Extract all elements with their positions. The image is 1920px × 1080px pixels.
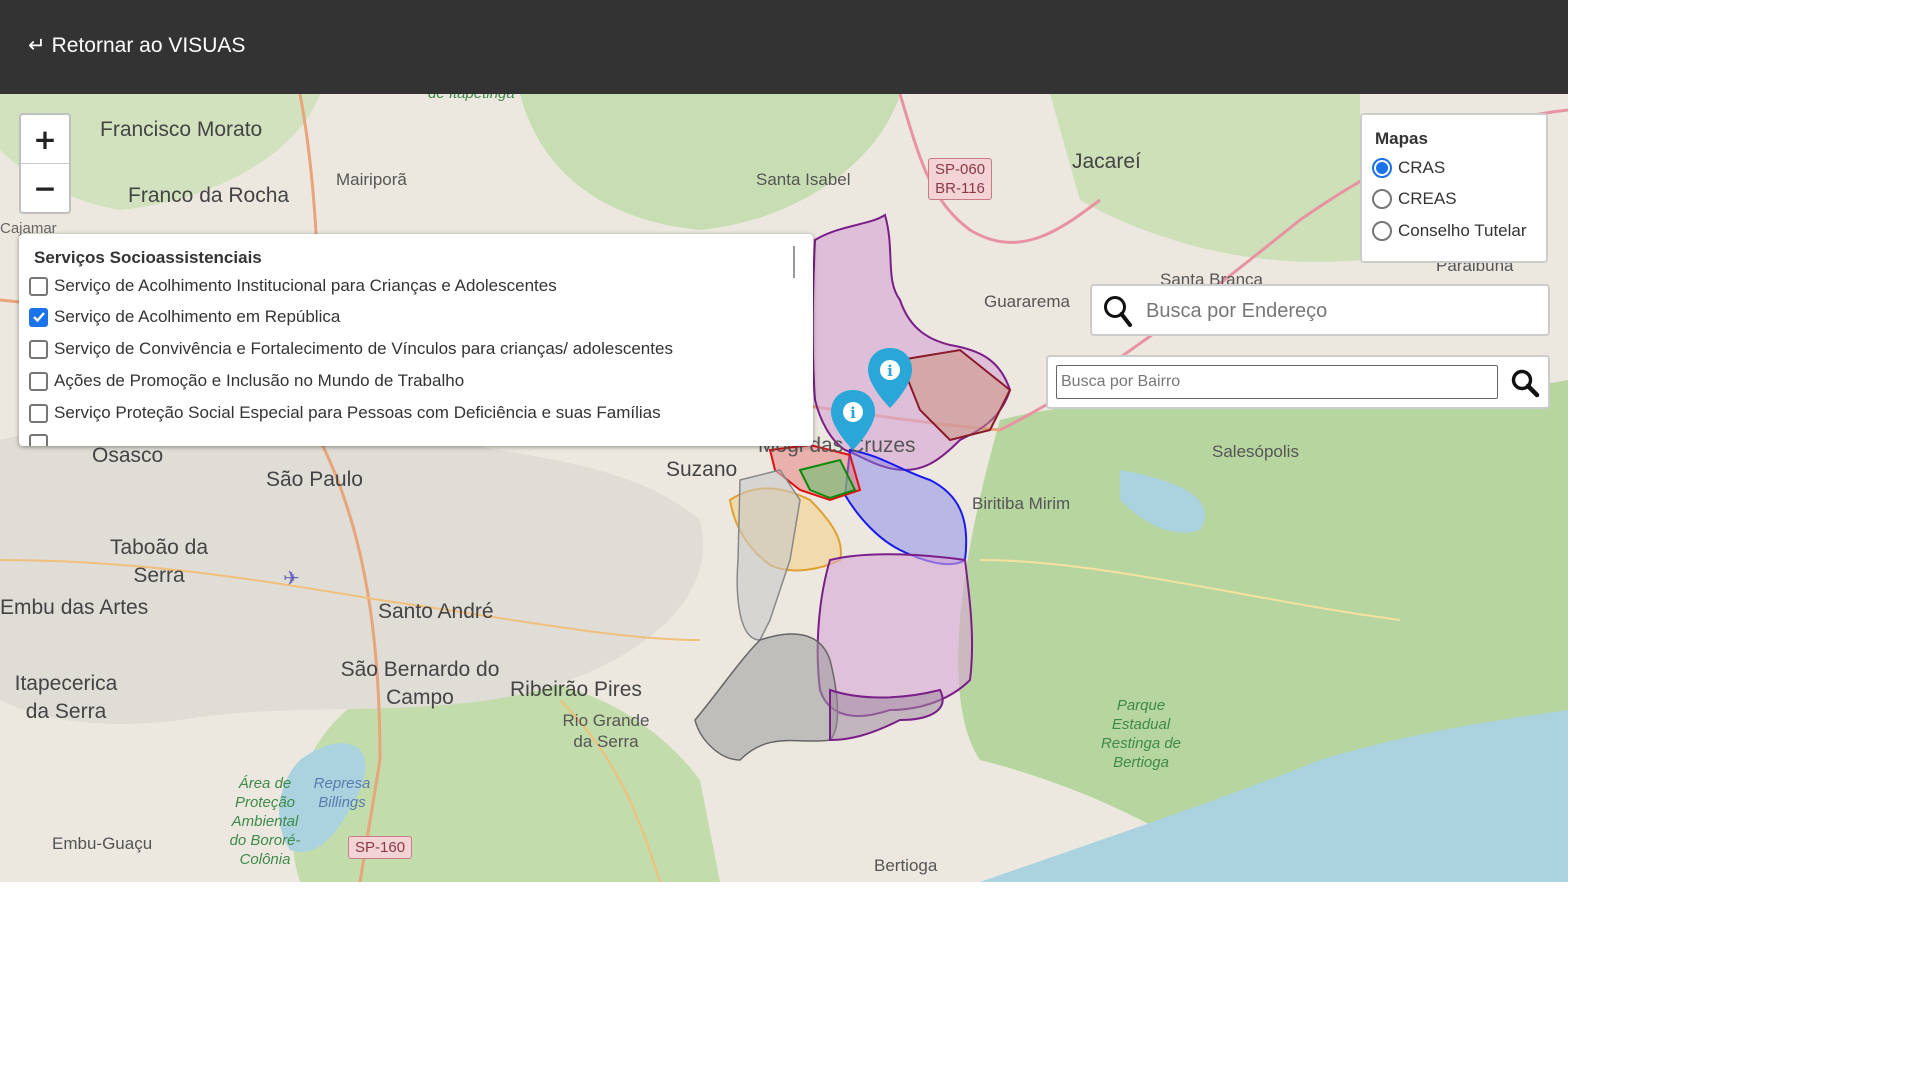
return-arrow-icon: ↵: [28, 34, 46, 57]
map-label-embu-das-artes: Embu das Artes: [0, 596, 149, 619]
road-shield-br116-label: BR-116: [935, 180, 985, 197]
map-label-itapecerica: Itapecerica da Serra: [14, 672, 118, 723]
map-label-sao-bernardo: São Bernardo do Campo: [340, 658, 500, 709]
map-label-represa-billings: Represa Billings: [313, 775, 371, 811]
radio-unselected[interactable]: [1372, 221, 1392, 241]
service-checkbox[interactable]: [29, 403, 48, 423]
services-scrollbar[interactable]: [793, 246, 795, 278]
services-panel: Serviços Socioassistenciais Serviço de A…: [19, 234, 813, 446]
service-item-label: Ações de Promoção e Inclusão no Mundo de…: [54, 371, 465, 390]
map-label-biritiba-mirim: Biritiba Mirim: [972, 494, 1071, 513]
map-label-franco-da-rocha: Franco da Rocha: [128, 184, 290, 207]
svg-text:i: i: [850, 404, 856, 422]
map-label-rio-grande-da-serra: Rio Grande da Serra: [562, 711, 650, 751]
road-shield-sp160: SP-160: [348, 836, 413, 859]
map-label-ribeirao-pires: Ribeirão Pires: [510, 678, 642, 701]
map-label-area-protecao: Área de Proteção Ambiental do Bororé-Col…: [229, 775, 301, 868]
map-label-mairipora: Mairiporã: [336, 170, 407, 189]
map-marker-info[interactable]: i: [829, 388, 877, 452]
map-label-bertioga: Bertioga: [874, 856, 938, 875]
road-shield-sp060: SP-060 BR-116: [928, 158, 993, 200]
svg-text:i: i: [887, 362, 893, 380]
map-label-parque-restinga: Parque Estadual Restinga de Bertioga: [1100, 697, 1182, 771]
top-bar: ↵ Retornar ao VISUAS: [0, 0, 1568, 94]
map-option-label: CRAS: [1398, 158, 1446, 177]
map-canvas[interactable]: ✈ de Itapetinga Francisco Morato Franco …: [0, 94, 1568, 882]
radio-selected[interactable]: [1372, 158, 1392, 178]
service-checkbox-partial[interactable]: [29, 434, 48, 446]
service-checkbox[interactable]: [29, 339, 48, 359]
service-item-protecao-especial[interactable]: Serviço Proteção Social Especial para Pe…: [29, 403, 661, 423]
map-label-suzano: Suzano: [666, 458, 738, 481]
service-item-acolhimento-republica[interactable]: Serviço de Acolhimento em República: [29, 307, 340, 327]
service-checkbox-checked[interactable]: [29, 307, 48, 327]
map-option-cras[interactable]: CRAS: [1372, 158, 1445, 178]
map-label-osasco: Osasco: [92, 444, 164, 467]
zoom-out-button[interactable]: −: [21, 163, 69, 212]
search-icon[interactable]: [1102, 294, 1134, 328]
service-checkbox[interactable]: [29, 276, 48, 296]
bairro-search-input[interactable]: [1056, 365, 1498, 399]
back-link-label: Retornar ao VISUAS: [51, 33, 246, 57]
checkmark-icon: [32, 312, 45, 323]
service-checkbox[interactable]: [29, 371, 48, 391]
service-item-label: Serviço de Acolhimento em República: [54, 307, 341, 326]
service-item-label: Serviço de Convivência e Fortalecimento …: [54, 339, 673, 358]
address-search-box: [1090, 284, 1550, 336]
map-label-taboao-da-serra: Taboão da Serra: [109, 536, 209, 587]
road-shield-sp060-label: SP-060: [935, 161, 986, 178]
back-to-visuas-link[interactable]: ↵ Retornar ao VISUAS: [28, 33, 245, 58]
map-label-salesopolis: Salesópolis: [1212, 442, 1299, 461]
service-item-acolhimento-institucional[interactable]: Serviço de Acolhimento Institucional par…: [29, 276, 557, 296]
map-label-embu-guacu: Embu-Guaçu: [52, 834, 153, 853]
maps-panel-title: Mapas: [1375, 129, 1428, 148]
map-label-francisco-morato: Francisco Morato: [100, 118, 263, 141]
map-label-itapetinga: de Itapetinga: [428, 94, 515, 102]
zoom-control: + −: [19, 113, 71, 214]
map-tiles: ✈: [0, 94, 1568, 882]
address-search-input[interactable]: [1144, 292, 1538, 330]
map-option-label: Conselho Tutelar: [1398, 221, 1527, 240]
search-icon[interactable]: [1510, 368, 1540, 398]
service-item-promocao-inclusao[interactable]: Ações de Promoção e Inclusão no Mundo de…: [29, 371, 464, 391]
service-item-convivencia[interactable]: Serviço de Convivência e Fortalecimento …: [29, 339, 673, 359]
service-item-label: Serviço de Acolhimento Institucional par…: [54, 276, 557, 295]
radio-unselected[interactable]: [1372, 189, 1392, 209]
map-option-conselho-tutelar[interactable]: Conselho Tutelar: [1372, 221, 1527, 241]
map-label-santo-andre: Santo André: [378, 600, 494, 623]
zoom-in-button[interactable]: +: [21, 115, 69, 163]
map-option-creas[interactable]: CREAS: [1372, 189, 1457, 209]
map-option-label: CREAS: [1398, 189, 1457, 208]
map-label-santa-isabel: Santa Isabel: [756, 170, 851, 189]
svg-text:✈: ✈: [283, 566, 300, 590]
service-item-label: Serviço Proteção Social Especial para Pe…: [54, 403, 661, 422]
bairro-search-box: [1046, 355, 1550, 409]
map-label-sao-paulo: São Paulo: [266, 468, 363, 491]
services-panel-title: Serviços Socioassistenciais: [34, 248, 262, 267]
maps-layer-panel: Mapas CRAS CREAS Conselho Tutelar: [1360, 113, 1548, 263]
map-label-guararema: Guararema: [984, 292, 1070, 311]
map-label-jacarei: Jacareí: [1072, 150, 1141, 173]
